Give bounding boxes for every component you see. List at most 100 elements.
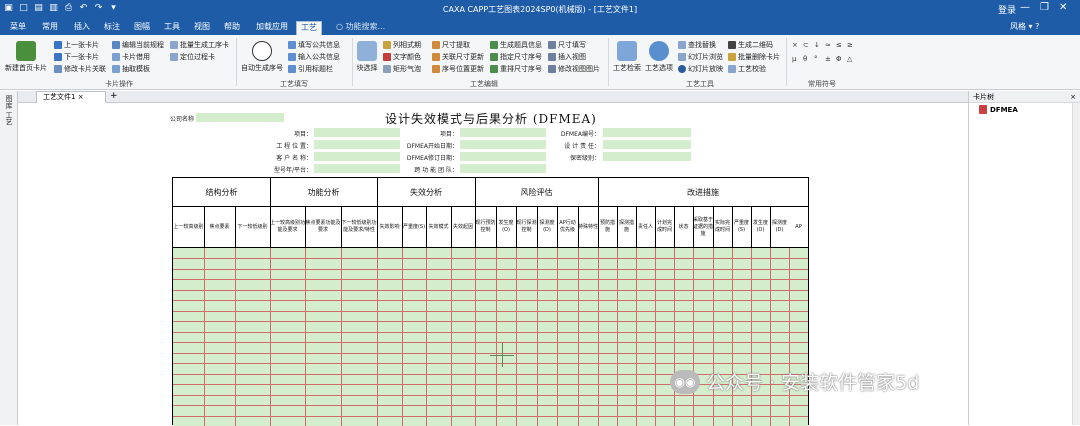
tab-help[interactable]: 帮助: [220, 21, 244, 35]
slide-browse-button[interactable]: 幻灯片浏览: [678, 51, 723, 62]
card-icon: [112, 52, 120, 61]
process-options-button[interactable]: 工艺选项: [644, 41, 674, 73]
edit-procedure-button[interactable]: 编辑当前规程: [112, 39, 164, 50]
close-panel-icon[interactable]: ×: [1070, 91, 1076, 103]
help-icon[interactable]: ?: [1035, 22, 1039, 31]
symbol-button[interactable]: △: [847, 55, 857, 63]
block-select-button[interactable]: 块选择: [355, 41, 379, 73]
column-header: 焦点要素: [209, 223, 230, 230]
function-search[interactable]: ○ 功能搜索...: [336, 21, 385, 32]
customer-name-field[interactable]: [314, 152, 400, 161]
style-menu[interactable]: 风格 ▾ ?: [1010, 21, 1039, 32]
minimize-button[interactable]: —: [1020, 2, 1030, 13]
insert-view-button[interactable]: 插入视图: [548, 51, 586, 62]
grid-column-line: [537, 248, 538, 426]
dimension-extract-button[interactable]: 尺寸提取: [432, 39, 470, 50]
tab-view[interactable]: 视图: [190, 21, 214, 35]
dfmea-start-date-field[interactable]: [460, 140, 546, 149]
assign-dim-seq-button[interactable]: 指定尺寸序号: [490, 51, 542, 62]
batch-generate-button[interactable]: 批量生成工序卡: [170, 39, 229, 50]
engineering-location-field[interactable]: [314, 140, 400, 149]
generate-qrcode-button[interactable]: 生成二维码: [728, 39, 773, 50]
dfmea-revision-date-field[interactable]: [460, 152, 546, 161]
symbol-button[interactable]: μ: [792, 55, 802, 63]
column-header: 计划完成时间: [656, 220, 672, 233]
header-divider: [475, 207, 476, 248]
confidentiality-field[interactable]: [603, 152, 691, 161]
grid-column-line: [377, 248, 378, 426]
linked-dim-update-button[interactable]: 关联尺寸更新: [432, 51, 484, 62]
tree-item-dfmea[interactable]: DFMEA: [969, 103, 1080, 114]
cross-functional-team-field[interactable]: [460, 164, 546, 173]
symbol-button[interactable]: °: [814, 55, 824, 63]
tab-process[interactable]: 工艺: [296, 21, 322, 35]
tab-annotate[interactable]: 标注: [100, 21, 124, 35]
grid-column-line: [305, 248, 306, 426]
process-search-button[interactable]: 工艺检索: [612, 41, 642, 73]
company-name-field[interactable]: [196, 113, 284, 122]
new-first-card-button[interactable]: 新建首页卡片: [4, 41, 48, 73]
renumber-dim-seq-button[interactable]: 重排尺寸序号: [490, 63, 542, 74]
document-tabs: 工艺文件1 × +: [18, 91, 968, 103]
modify-card-link-button[interactable]: 修改卡片关联: [54, 63, 106, 74]
symbol-button[interactable]: ±: [825, 55, 835, 63]
close-button[interactable]: ✕: [1059, 2, 1067, 13]
text-color-button[interactable]: 文字颜色: [383, 51, 421, 62]
symbol-button[interactable]: θ: [803, 55, 813, 63]
tab-frame[interactable]: 图幅: [130, 21, 154, 35]
next-card-button[interactable]: 下一张卡片: [54, 51, 99, 62]
table-body[interactable]: [173, 248, 808, 426]
prev-card-button[interactable]: 上一张卡片: [54, 39, 99, 50]
dfmea-number-field[interactable]: [603, 128, 691, 137]
header-divider: [655, 207, 656, 248]
symbol-button[interactable]: ×: [792, 41, 802, 49]
process-check-button[interactable]: 工艺校验: [728, 63, 766, 74]
group-tools: 工艺工具: [686, 80, 714, 88]
maximize-button[interactable]: ❐: [1040, 2, 1049, 13]
seq-position-update-button[interactable]: 序号位置更新: [432, 63, 484, 74]
design-responsibility-field[interactable]: [603, 140, 691, 149]
project-field[interactable]: [314, 128, 400, 137]
tab-menu[interactable]: 菜单: [6, 21, 30, 35]
symbol-button[interactable]: Φ: [836, 55, 846, 63]
symbol-button[interactable]: ≥: [847, 41, 857, 49]
symbol-button[interactable]: ≤: [836, 41, 846, 49]
symbol-button[interactable]: ≈: [825, 41, 835, 49]
symbol-button[interactable]: ⊂: [803, 41, 813, 49]
tab-process-file-1[interactable]: 工艺文件1 ×: [36, 91, 106, 103]
tab-tools[interactable]: 工具: [160, 21, 184, 35]
header-divider: [426, 207, 427, 248]
extract-template-button[interactable]: 抽取模板: [112, 63, 150, 74]
generate-fixture-info-button[interactable]: 生成题具信息: [490, 39, 542, 50]
auto-sequence-button[interactable]: 自动生成序号: [240, 41, 284, 73]
dimension-fill-button[interactable]: 尺寸填写: [548, 39, 586, 50]
grid-column-line: [402, 248, 403, 426]
find-replace-button[interactable]: 查找替换: [678, 39, 716, 50]
renumber-icon: [490, 64, 498, 73]
borrow-card-button[interactable]: 卡片借用: [112, 51, 150, 62]
tab-insert[interactable]: 插入: [70, 21, 94, 35]
modify-view-image-button[interactable]: 修改视图图片: [548, 63, 600, 74]
text-color-icon: [383, 52, 391, 61]
slide-show-button[interactable]: 幻灯片放映: [678, 63, 723, 74]
new-tab-button[interactable]: +: [110, 91, 118, 102]
header-label: DFMEA编号：: [560, 131, 600, 138]
batch-delete-button[interactable]: 批量删除卡片: [728, 51, 780, 62]
model-platform-field[interactable]: [314, 164, 400, 173]
column-format-button[interactable]: 列相式期: [383, 39, 421, 50]
side-panel-tab[interactable]: 图库 工艺: [4, 95, 14, 125]
column-header: 特殊特性: [578, 223, 599, 230]
rect-bubble-button[interactable]: 矩形气泡: [383, 63, 421, 74]
fill-common-info-button[interactable]: 填写公共信息: [288, 39, 340, 50]
reference-titlebar-button[interactable]: 引用标题栏: [288, 63, 333, 74]
project-field-2[interactable]: [460, 128, 546, 137]
section-structure-analysis: 结构分析: [205, 188, 238, 197]
close-tab-icon[interactable]: ×: [78, 93, 84, 101]
vertical-scrollbar[interactable]: [1072, 103, 1080, 425]
login-link[interactable]: 登录: [998, 3, 1016, 16]
symbol-button[interactable]: ↓: [814, 41, 824, 49]
input-common-info-button[interactable]: 输入公共信息: [288, 51, 340, 62]
tab-addons[interactable]: 加载应用: [252, 21, 292, 35]
tab-common[interactable]: 常用: [38, 21, 62, 35]
locate-card-button[interactable]: 定位过程卡: [170, 51, 215, 62]
